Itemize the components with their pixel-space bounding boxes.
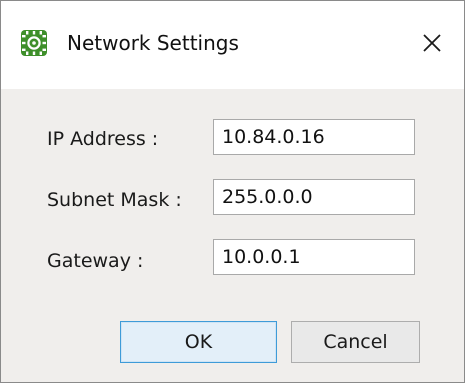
cancel-button[interactable]: Cancel <box>291 321 420 363</box>
subnet-mask-input[interactable] <box>213 179 415 215</box>
close-button[interactable] <box>412 23 452 63</box>
network-settings-dialog: Network Settings IP Address : Subnet Mas… <box>0 0 465 383</box>
cancel-button-label: Cancel <box>323 331 388 353</box>
ip-address-label: IP Address : <box>47 128 159 150</box>
title-bar[interactable]: Network Settings <box>1 1 464 89</box>
dialog-title: Network Settings <box>67 31 239 55</box>
gateway-input[interactable] <box>213 239 415 275</box>
ok-button-label: OK <box>184 331 213 353</box>
ok-button[interactable]: OK <box>120 321 277 363</box>
subnet-mask-label: Subnet Mask : <box>47 189 182 211</box>
gear-chip-icon <box>21 30 47 56</box>
gateway-label: Gateway : <box>47 250 144 272</box>
close-icon <box>423 34 441 52</box>
ip-address-input[interactable] <box>213 119 415 155</box>
